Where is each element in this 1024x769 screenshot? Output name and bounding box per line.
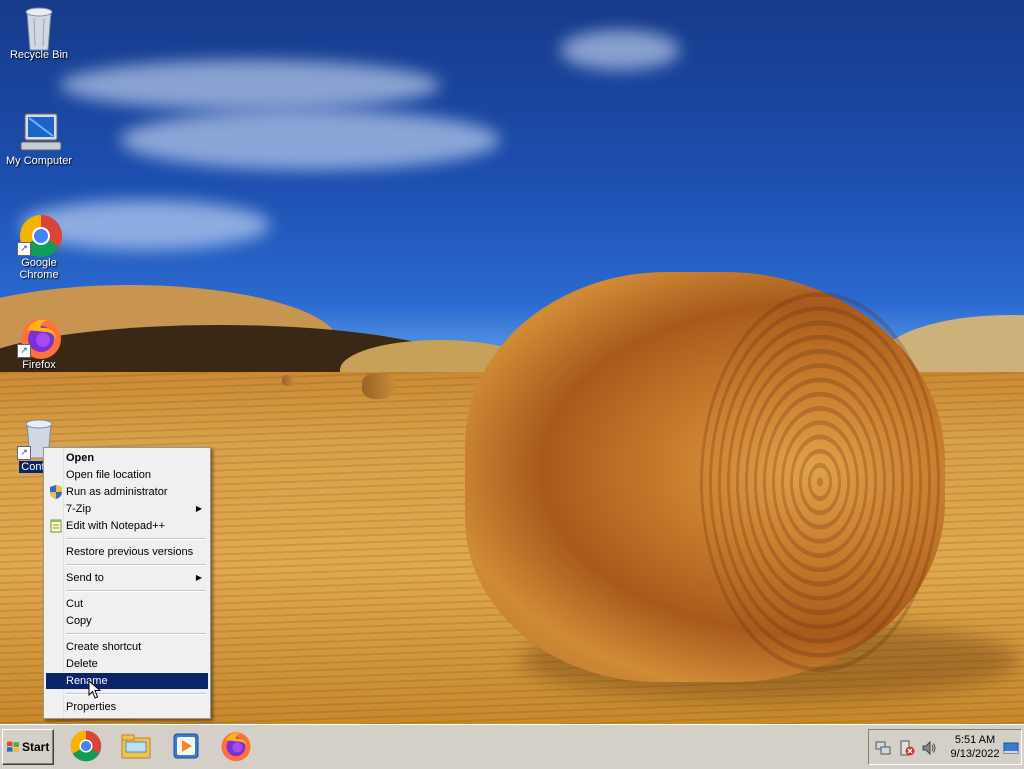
menu-item-rename[interactable]: Rename — [46, 673, 208, 689]
notepad-plus-plus-icon — [50, 519, 62, 533]
taskbar-chrome-button[interactable] — [70, 730, 104, 764]
taskbar: Start 5:51 AM 9/13/2022 — [0, 724, 1024, 769]
menu-item-send-to[interactable]: Send to ▶ — [46, 570, 208, 586]
firefox-icon: ↗ — [17, 316, 61, 359]
menu-separator — [66, 693, 206, 695]
menu-item-label: Edit with Notepad++ — [66, 520, 166, 532]
media-player-icon — [173, 733, 199, 759]
menu-item-label: Open — [66, 452, 95, 464]
desktop-icon-firefox[interactable]: ↗ Firefox — [0, 316, 78, 371]
menu-item-properties[interactable]: Properties — [46, 699, 208, 715]
menu-item-label: Run as administrator — [66, 486, 168, 498]
menu-item-cut[interactable]: Cut — [46, 596, 208, 612]
menu-item-label: Copy — [66, 615, 92, 627]
firefox-icon — [221, 732, 251, 762]
menu-separator — [66, 564, 206, 566]
menu-item-open[interactable]: Open — [46, 450, 208, 466]
desktop-icon-google-chrome[interactable]: ↗ Google Chrome — [0, 214, 78, 281]
cloud — [560, 30, 680, 70]
clock-time: 5:51 AM — [954, 734, 996, 746]
desktop-icon-my-computer[interactable]: My Computer — [0, 112, 78, 167]
hay-bale-face — [700, 292, 940, 672]
taskbar-firefox-button[interactable] — [220, 730, 254, 764]
clock[interactable]: 5:51 AM 9/13/2022 — [945, 733, 1005, 761]
submenu-arrow-icon: ▶ — [195, 573, 202, 582]
desktop-icon-label: Firefox — [22, 359, 56, 371]
menu-separator — [66, 633, 206, 635]
menu-item-label: Send to — [66, 572, 104, 584]
desktop-icon-recycle-bin[interactable]: Recycle Bin — [0, 6, 78, 61]
menu-item-label: Properties — [66, 701, 117, 713]
cloud — [60, 60, 440, 110]
network-icon[interactable] — [875, 740, 891, 756]
clock-date: 9/13/2022 — [950, 748, 1000, 760]
chrome-icon: ↗ — [17, 214, 63, 258]
action-center-icon[interactable] — [899, 740, 915, 756]
my-computer-icon — [19, 112, 62, 152]
menu-item-label: 7-Zip — [66, 503, 92, 515]
menu-item-7-zip[interactable]: 7-Zip ▶ — [46, 501, 208, 517]
small-hay-bale — [282, 375, 294, 386]
menu-separator — [66, 590, 206, 592]
file-explorer-icon — [121, 734, 151, 759]
menu-item-label: Open file location — [66, 469, 151, 481]
menu-separator — [66, 538, 206, 540]
show-desktop-icon[interactable] — [1003, 740, 1019, 756]
mouse-cursor-icon — [88, 680, 102, 699]
volume-icon[interactable] — [921, 740, 937, 756]
desktop-icon-label: Google Chrome — [19, 257, 59, 281]
chrome-icon — [70, 730, 102, 762]
menu-item-label: Cut — [66, 598, 84, 610]
menu-item-label: Create shortcut — [66, 641, 142, 653]
desktop-icon-label: My Computer — [5, 155, 73, 167]
menu-item-run-as-administrator[interactable]: Run as administrator — [46, 484, 208, 500]
context-menu: Open Open file location Run as administr… — [43, 447, 211, 719]
menu-item-copy[interactable]: Copy — [46, 613, 208, 629]
submenu-arrow-icon: ▶ — [195, 504, 202, 513]
menu-item-edit-with-notepad[interactable]: Edit with Notepad++ — [46, 518, 208, 534]
system-tray: 5:51 AM 9/13/2022 — [868, 729, 1022, 765]
menu-item-label: Restore previous versions — [66, 546, 194, 558]
uac-shield-icon — [50, 485, 62, 499]
menu-item-open-file-location[interactable]: Open file location — [46, 467, 208, 483]
shortcut-arrow-icon: ↗ — [17, 446, 31, 460]
start-button[interactable]: Start — [2, 729, 54, 765]
menu-item-create-shortcut[interactable]: Create shortcut — [46, 639, 208, 655]
recycle-bin-icon — [19, 6, 59, 51]
menu-item-label: Delete — [66, 658, 98, 670]
windows-flag-icon — [7, 741, 19, 753]
cloud — [120, 110, 500, 170]
shortcut-arrow-icon: ↗ — [17, 242, 31, 256]
taskbar-file-explorer-button[interactable] — [120, 730, 154, 764]
shortcut-arrow-icon: ↗ — [17, 344, 31, 358]
start-label: Start — [22, 740, 50, 754]
taskbar-media-player-button[interactable] — [170, 730, 204, 764]
menu-item-restore-previous-versions[interactable]: Restore previous versions — [46, 544, 208, 560]
menu-item-delete[interactable]: Delete — [46, 656, 208, 672]
small-hay-bale — [362, 373, 394, 399]
